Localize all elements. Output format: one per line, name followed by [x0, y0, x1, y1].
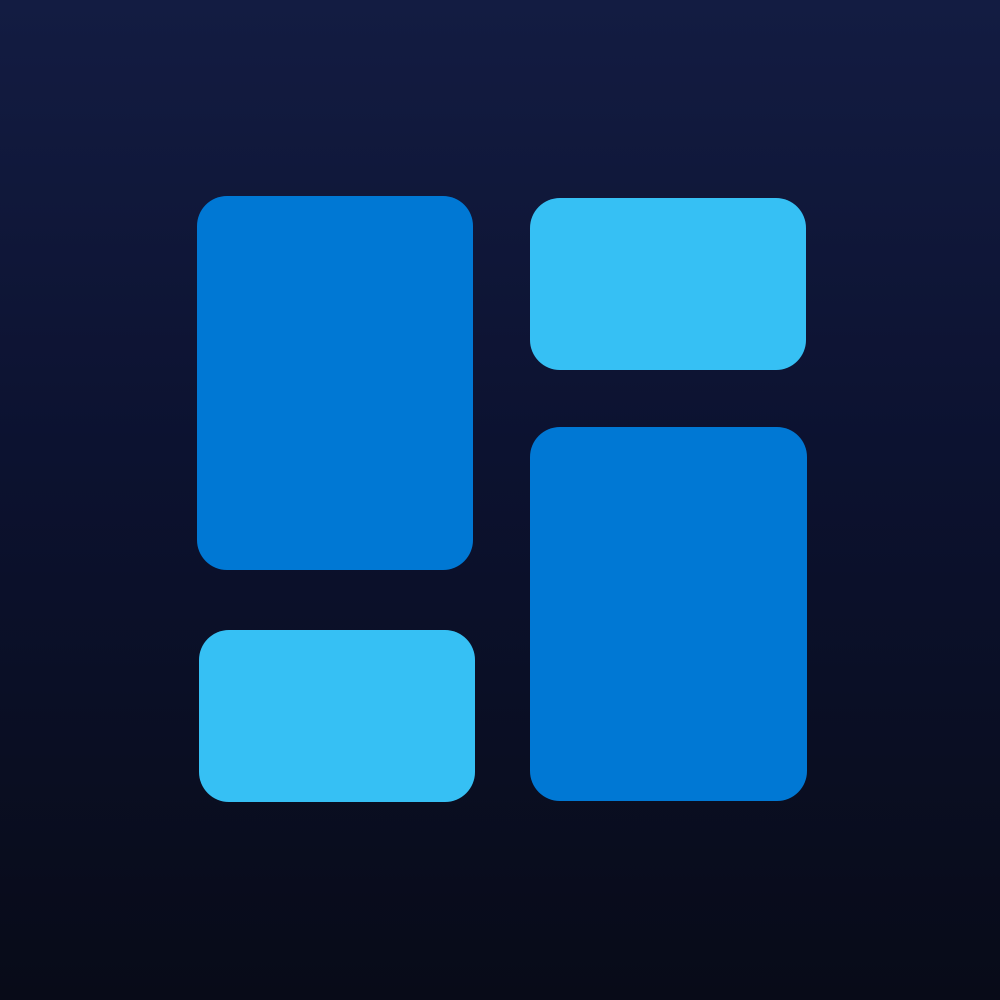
tile-top-right [530, 198, 806, 370]
tile-top-left [197, 196, 473, 570]
dashboard-layout-icon [0, 0, 1000, 1000]
tile-bottom-right [530, 427, 807, 801]
tile-bottom-left [199, 630, 475, 802]
